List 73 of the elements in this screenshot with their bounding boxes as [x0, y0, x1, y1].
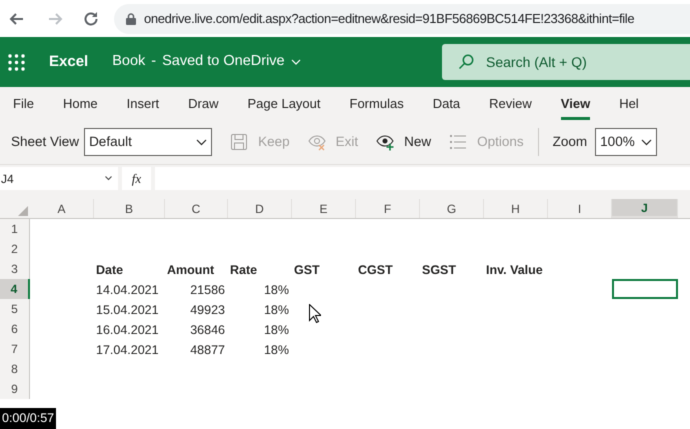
- row-header[interactable]: 4: [0, 279, 30, 299]
- row-header[interactable]: 1: [0, 219, 30, 239]
- cell-text: Inv. Value: [486, 262, 543, 279]
- row-header[interactable]: 6: [0, 319, 30, 339]
- video-timestamp: 0:00/0:57: [0, 408, 56, 429]
- list-icon: [449, 133, 468, 151]
- ribbon-tab[interactable]: Hel: [619, 87, 639, 120]
- cell-text: 18%: [264, 342, 289, 359]
- url-text: onedrive.live.com/edit.aspx?action=editnew&resid=91BF56869BC514FE!23368&ithint=file: [144, 10, 634, 28]
- app-launcher-icon[interactable]: [8, 54, 25, 70]
- column-header[interactable]: B: [94, 199, 165, 218]
- insert-function-button[interactable]: fx: [122, 167, 151, 190]
- sheet-view-label: Sheet View: [11, 132, 80, 151]
- search-icon: [458, 54, 474, 70]
- ribbon-tab[interactable]: File: [13, 87, 34, 120]
- cell-text: 18%: [264, 322, 289, 339]
- sheet-view-dropdown[interactable]: Default: [84, 128, 212, 156]
- row-header[interactable]: 2: [0, 239, 30, 259]
- cell-text: 48877: [190, 342, 225, 359]
- row-header[interactable]: 8: [0, 359, 30, 379]
- column-header[interactable]: J: [612, 199, 678, 218]
- cell-text: 14.04.2021: [96, 282, 159, 299]
- cell-text: SGST: [422, 262, 456, 279]
- reload-icon[interactable]: [82, 10, 100, 28]
- document-title-button[interactable]: Book - Saved to OneDrive: [112, 51, 301, 73]
- column-header[interactable]: G: [420, 199, 484, 218]
- chevron-down-icon: [196, 138, 208, 146]
- ribbon-tab[interactable]: Formulas: [350, 87, 404, 120]
- column-header[interactable]: F: [356, 199, 420, 218]
- cell-text: GST: [294, 262, 320, 279]
- chevron-down-icon: [641, 138, 652, 146]
- mouse-pointer-icon: [309, 304, 321, 323]
- column-header[interactable]: E: [292, 199, 356, 218]
- name-box[interactable]: J4: [0, 167, 118, 190]
- cell-text: 17.04.2021: [96, 342, 159, 359]
- cell-text: 49923: [190, 302, 225, 319]
- ribbon-tab[interactable]: Page Layout: [248, 87, 321, 120]
- ribbon-tab[interactable]: Home: [62, 87, 98, 120]
- chevron-down-icon: [290, 59, 301, 65]
- toolbar-button[interactable]: New: [376, 127, 432, 157]
- eye-cross-icon: [308, 133, 326, 151]
- cell-text: Rate: [230, 262, 258, 279]
- zoom-dropdown[interactable]: 100%: [595, 128, 658, 156]
- row-header[interactable]: 7: [0, 339, 30, 359]
- column-header[interactable]: H: [484, 199, 548, 218]
- app-name: Excel: [49, 52, 88, 72]
- ribbon-tab[interactable]: Draw: [188, 87, 218, 120]
- cell-text: 21586: [190, 282, 225, 299]
- eye-plus-icon: [376, 133, 394, 151]
- cell-text: 18%: [264, 282, 289, 299]
- zoom-label: Zoom: [552, 132, 588, 151]
- column-header[interactable]: A: [30, 199, 94, 218]
- ribbon-tab[interactable]: Insert: [126, 87, 160, 120]
- lock-icon: [126, 12, 136, 24]
- cell-text: 18%: [264, 302, 289, 319]
- row-header[interactable]: 5: [0, 299, 30, 319]
- cell-text: 15.04.2021: [96, 302, 159, 319]
- column-header[interactable]: D: [228, 199, 292, 218]
- row-header[interactable]: 3: [0, 259, 30, 279]
- row-header[interactable]: 9: [0, 379, 30, 399]
- ribbon-tab[interactable]: Review: [489, 87, 532, 120]
- cell-text: 36846: [190, 322, 225, 339]
- ribbon-tab[interactable]: Data: [432, 87, 460, 120]
- column-header[interactable]: C: [165, 199, 228, 218]
- active-cell-outline[interactable]: [612, 279, 678, 299]
- save-icon: [230, 133, 248, 151]
- cell-text: 16.04.2021: [96, 322, 159, 339]
- cell-text: Amount: [167, 262, 214, 279]
- cell-text: CGST: [358, 262, 393, 279]
- cell-text: Date: [96, 262, 124, 279]
- chevron-down-icon: [105, 176, 112, 181]
- address-bar[interactable]: onedrive.live.com/edit.aspx?action=editnew&resid=91BF56869BC514FE!23368&ithint=file: [114, 4, 690, 34]
- search-field[interactable]: Search (Alt + Q): [442, 44, 690, 80]
